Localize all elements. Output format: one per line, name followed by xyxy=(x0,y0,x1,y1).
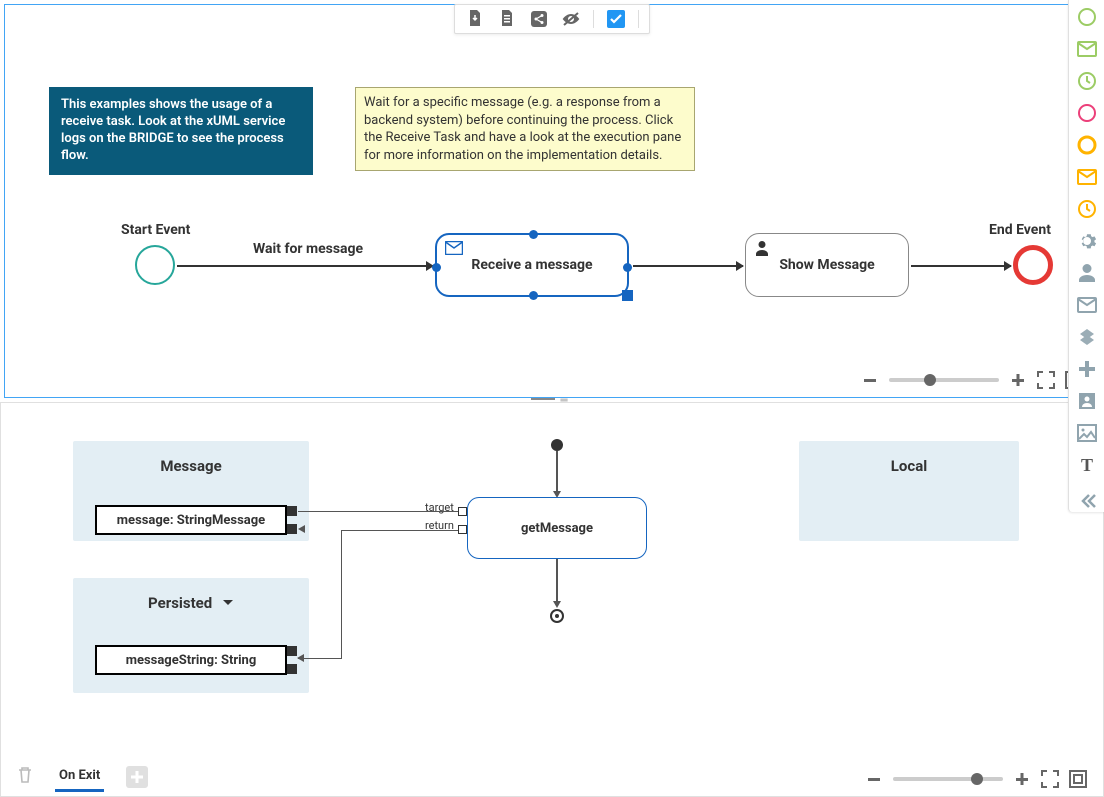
image-icon[interactable] xyxy=(1076,422,1098,444)
execution-pane[interactable]: Message message: StringMessage Persisted… xyxy=(0,402,1104,797)
add-tab-button[interactable] xyxy=(126,766,148,788)
panel-title: Local xyxy=(799,441,1019,475)
start-event-icon[interactable] xyxy=(1076,6,1098,28)
output-pin[interactable] xyxy=(287,646,297,656)
visibility-off-icon[interactable] xyxy=(561,9,581,29)
zoom-in-button[interactable] xyxy=(1013,770,1031,788)
message-variable[interactable]: message: StringMessage xyxy=(95,505,287,535)
arrow-head xyxy=(553,601,561,608)
zoom-thumb[interactable] xyxy=(971,773,983,785)
variable-label: messageString: String xyxy=(126,653,257,668)
object-flow[interactable] xyxy=(298,511,458,512)
execution-tabs: On Exit xyxy=(17,762,148,792)
getmessage-action[interactable]: getMessage xyxy=(467,497,647,559)
info-note-blue: This examples shows the usage of a recei… xyxy=(49,87,313,175)
initial-node[interactable] xyxy=(551,439,563,451)
control-flow[interactable] xyxy=(556,451,558,493)
panel-title-text: Persisted xyxy=(148,594,212,612)
plus-icon[interactable] xyxy=(1076,358,1098,380)
activity-final-node[interactable] xyxy=(550,609,564,623)
task-label: Receive a message xyxy=(471,257,592,273)
editor-top-toolbar xyxy=(454,4,650,34)
conditional-event-icon[interactable] xyxy=(1076,134,1098,156)
selection-handle[interactable] xyxy=(623,263,632,272)
local-panel[interactable]: Local xyxy=(799,441,1019,541)
pin-label-target: target xyxy=(425,501,454,514)
user-task-node[interactable]: Show Message xyxy=(745,233,909,297)
page-icon[interactable] xyxy=(497,9,517,29)
delete-tab-button[interactable] xyxy=(17,766,33,788)
receive-task-node[interactable]: Receive a message xyxy=(435,233,629,297)
svg-text:T: T xyxy=(1080,455,1092,475)
panel-title: Persisted xyxy=(73,578,309,612)
bpmn-diagram-pane[interactable]: This examples shows the usage of a recei… xyxy=(4,4,1100,398)
user-icon xyxy=(754,240,770,262)
collapse-icon[interactable] xyxy=(1076,490,1098,512)
timer-intermediate-icon[interactable] xyxy=(1076,198,1098,220)
arrow-head xyxy=(298,525,305,533)
message-icon xyxy=(445,241,463,259)
timer-event-icon[interactable] xyxy=(1076,70,1098,92)
sequence-flow[interactable] xyxy=(633,265,743,267)
persisted-variable[interactable]: messageString: String xyxy=(95,645,287,675)
info-note-yellow: Wait for a specific message (e.g. a resp… xyxy=(355,87,695,171)
portrait-icon[interactable] xyxy=(1076,390,1098,412)
fit-window-button[interactable] xyxy=(1069,770,1087,788)
text-icon[interactable]: T xyxy=(1076,454,1098,476)
input-pin[interactable] xyxy=(287,664,297,674)
zoom-controls xyxy=(861,371,1083,389)
zoom-slider[interactable] xyxy=(893,777,1003,781)
shapes-palette: T xyxy=(1068,0,1104,512)
end-event-label: End Event xyxy=(989,222,1051,238)
zoom-out-button[interactable] xyxy=(861,371,879,389)
gear-icon[interactable] xyxy=(1076,230,1098,252)
eraser-icon[interactable] xyxy=(1076,326,1098,348)
envelope-icon[interactable] xyxy=(1076,294,1098,316)
edge-label-wait: Wait for message xyxy=(253,241,363,257)
object-flow[interactable] xyxy=(298,658,342,659)
fit-screen-button[interactable] xyxy=(1041,770,1059,788)
object-flow[interactable] xyxy=(341,530,458,531)
message-event-icon[interactable] xyxy=(1076,38,1098,60)
zoom-thumb[interactable] xyxy=(924,374,936,386)
action-target-pin[interactable] xyxy=(458,507,467,516)
sequence-flow[interactable] xyxy=(911,265,1011,267)
panel-title: Message xyxy=(73,441,309,475)
toolbar-divider xyxy=(593,10,594,28)
zoom-out-button[interactable] xyxy=(865,770,883,788)
resize-handle[interactable] xyxy=(622,290,633,301)
toolbar-divider xyxy=(638,10,639,28)
start-event-node[interactable] xyxy=(135,245,175,285)
arrow-head xyxy=(297,654,304,662)
output-pin[interactable] xyxy=(287,506,297,516)
variable-label: message: StringMessage xyxy=(117,513,265,528)
zoom-in-button[interactable] xyxy=(1009,371,1027,389)
share-icon[interactable] xyxy=(529,9,549,29)
fit-screen-button[interactable] xyxy=(1037,371,1055,389)
validate-check-icon[interactable] xyxy=(606,9,626,29)
selection-handle[interactable] xyxy=(432,263,441,272)
start-event-label: Start Event xyxy=(121,222,190,238)
control-flow[interactable] xyxy=(556,559,558,603)
object-flow[interactable] xyxy=(341,530,342,658)
signal-event-icon[interactable] xyxy=(1076,102,1098,124)
tab-on-exit[interactable]: On Exit xyxy=(55,762,104,792)
persisted-panel[interactable]: Persisted xyxy=(73,578,309,693)
selection-handle[interactable] xyxy=(529,291,538,300)
download-icon[interactable] xyxy=(465,9,485,29)
end-event-node[interactable] xyxy=(1013,245,1053,285)
chevron-down-icon[interactable] xyxy=(222,594,234,612)
zoom-slider[interactable] xyxy=(889,378,999,382)
action-return-pin[interactable] xyxy=(458,525,467,534)
selection-handle[interactable] xyxy=(529,230,538,239)
task-label: Show Message xyxy=(779,257,874,273)
user-icon[interactable] xyxy=(1076,262,1098,284)
sequence-flow[interactable] xyxy=(177,265,433,267)
message-throw-icon[interactable] xyxy=(1076,166,1098,188)
action-label: getMessage xyxy=(521,521,593,536)
zoom-controls xyxy=(865,770,1087,788)
input-pin[interactable] xyxy=(287,524,297,534)
